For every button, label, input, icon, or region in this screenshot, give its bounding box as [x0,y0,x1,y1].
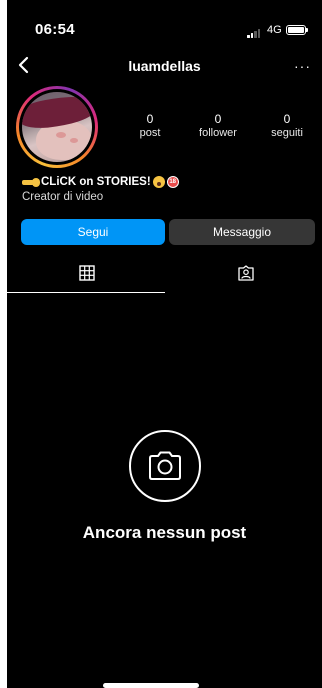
signal-icon [247,28,263,38]
stat-following-label: seguiti [271,127,303,139]
status-time: 06:54 [35,21,75,38]
battery-icon [286,25,308,35]
stat-posts-label: post [139,127,161,139]
stat-following[interactable]: 0 seguiti [263,112,311,140]
screaming-face-icon [152,176,165,188]
profile-username: luamdellas [128,58,201,74]
active-tab-indicator [7,292,165,293]
stat-followers-value: 0 [214,112,222,126]
bio-line-1: CLiCK on STORIES! 18 [22,176,179,188]
home-indicator[interactable] [103,683,199,688]
stat-posts[interactable]: 0 post [132,112,168,140]
avatar-image [22,92,92,162]
empty-state-text: Ancora nessun post [82,523,247,542]
stat-following-value: 0 [283,112,291,126]
more-options-icon[interactable]: ··· [294,58,311,74]
tagged-person-icon[interactable] [238,265,254,281]
no-under-18-icon: 18 [166,176,179,188]
network-label: 4G [267,24,282,36]
profile-screen: 06:54 4G luamdellas ··· 0 post 0 followe… [7,0,322,688]
follow-button[interactable]: Segui [21,219,165,245]
bio-category: Creator di video [22,191,104,203]
grid-icon[interactable] [79,265,95,281]
status-bar: 06:54 4G [7,0,322,38]
camera-icon [129,430,201,502]
message-button[interactable]: Messaggio [169,219,315,245]
pointing-hand-icon [22,177,40,187]
avatar[interactable] [16,86,98,168]
stat-followers-label: follower [199,127,237,139]
profile-header: luamdellas ··· [7,50,322,80]
bio-text: CLiCK on STORIES! [41,176,151,189]
stat-followers[interactable]: 0 follower [190,112,246,140]
stat-posts-value: 0 [146,112,154,126]
